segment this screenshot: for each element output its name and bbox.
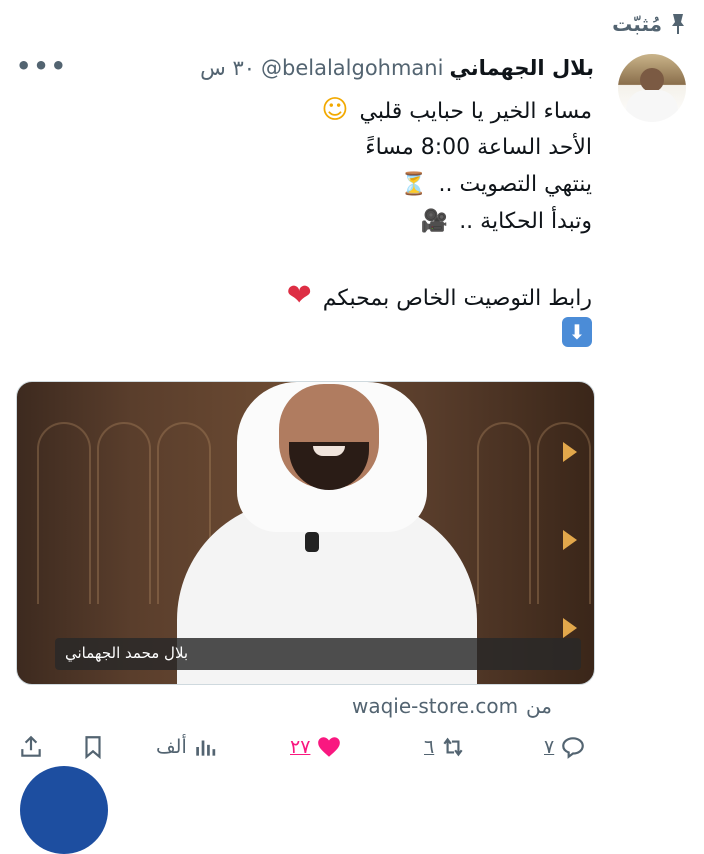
- share-icon: [21, 735, 41, 757]
- like-count: ٢٧: [290, 736, 311, 758]
- retweet-count: ٦: [424, 736, 435, 758]
- pinned-indicator: مُثبّت: [612, 12, 686, 36]
- reply-count: ٧: [544, 736, 555, 758]
- smiling-face-icon: ☺: [321, 95, 349, 125]
- retweet-icon: [443, 737, 463, 757]
- bookmark-button[interactable]: [80, 734, 106, 760]
- tweet-line: رابط التوصيت الخاص بمحبكم ❤: [286, 278, 592, 313]
- like-button[interactable]: ٢٧: [290, 734, 342, 760]
- tweet-line: وتبدأ الحكاية .. 🎥: [32, 203, 592, 240]
- tweet-line: ينتهي التصويت .. ⏳: [32, 166, 592, 203]
- card-source[interactable]: من waqie-store.com: [352, 694, 552, 718]
- share-button[interactable]: [18, 734, 44, 760]
- link-card-image[interactable]: بلال محمد الجهماني: [16, 381, 595, 685]
- author-name[interactable]: بلال الجهماني: [449, 56, 594, 80]
- retweet-button[interactable]: ٦: [424, 734, 466, 760]
- reply-icon: [562, 737, 585, 759]
- microphone-icon: [305, 532, 319, 552]
- compose-button[interactable]: [20, 766, 108, 854]
- red-heart-icon: ❤: [286, 278, 312, 313]
- tweet-line: الأحد الساعة 8:00 مساءً: [365, 135, 592, 160]
- tweet-text: مساء الخير يا حبايب قلبي ☺ الأحد الساعة …: [32, 92, 592, 351]
- source-prefix: من: [526, 694, 552, 718]
- views-icon: [196, 740, 215, 756]
- movie-camera-icon: 🎥: [420, 209, 449, 234]
- views-count: ألف: [156, 736, 187, 758]
- hourglass-icon: ⏳: [400, 172, 428, 197]
- heart-icon: [318, 737, 341, 757]
- more-options-icon[interactable]: •••: [16, 52, 68, 80]
- pinned-label: مُثبّت: [612, 12, 662, 36]
- source-domain[interactable]: waqie-store.com: [352, 694, 518, 718]
- bookmark-icon: [85, 736, 101, 760]
- action-bar: ألف ٢٧ ٦ ٧: [0, 734, 704, 774]
- views-button[interactable]: ألف: [156, 734, 219, 760]
- avatar[interactable]: [618, 54, 686, 122]
- reply-button[interactable]: ٧: [544, 734, 586, 760]
- author-handle[interactable]: @belalalgohmani: [261, 56, 443, 80]
- tweet-header: بلال الجهماني @belalalgohmani ٣٠ س: [200, 56, 594, 80]
- down-arrow-icon: ⬇: [562, 317, 592, 347]
- card-caption: بلال محمد الجهماني: [65, 644, 189, 662]
- tweet-line: ⬇: [32, 314, 592, 351]
- tweet-time[interactable]: ٣٠ س: [200, 56, 255, 80]
- tweet-line: مساء الخير يا حبايب قلبي ☺: [32, 92, 592, 129]
- pin-icon: [672, 14, 684, 34]
